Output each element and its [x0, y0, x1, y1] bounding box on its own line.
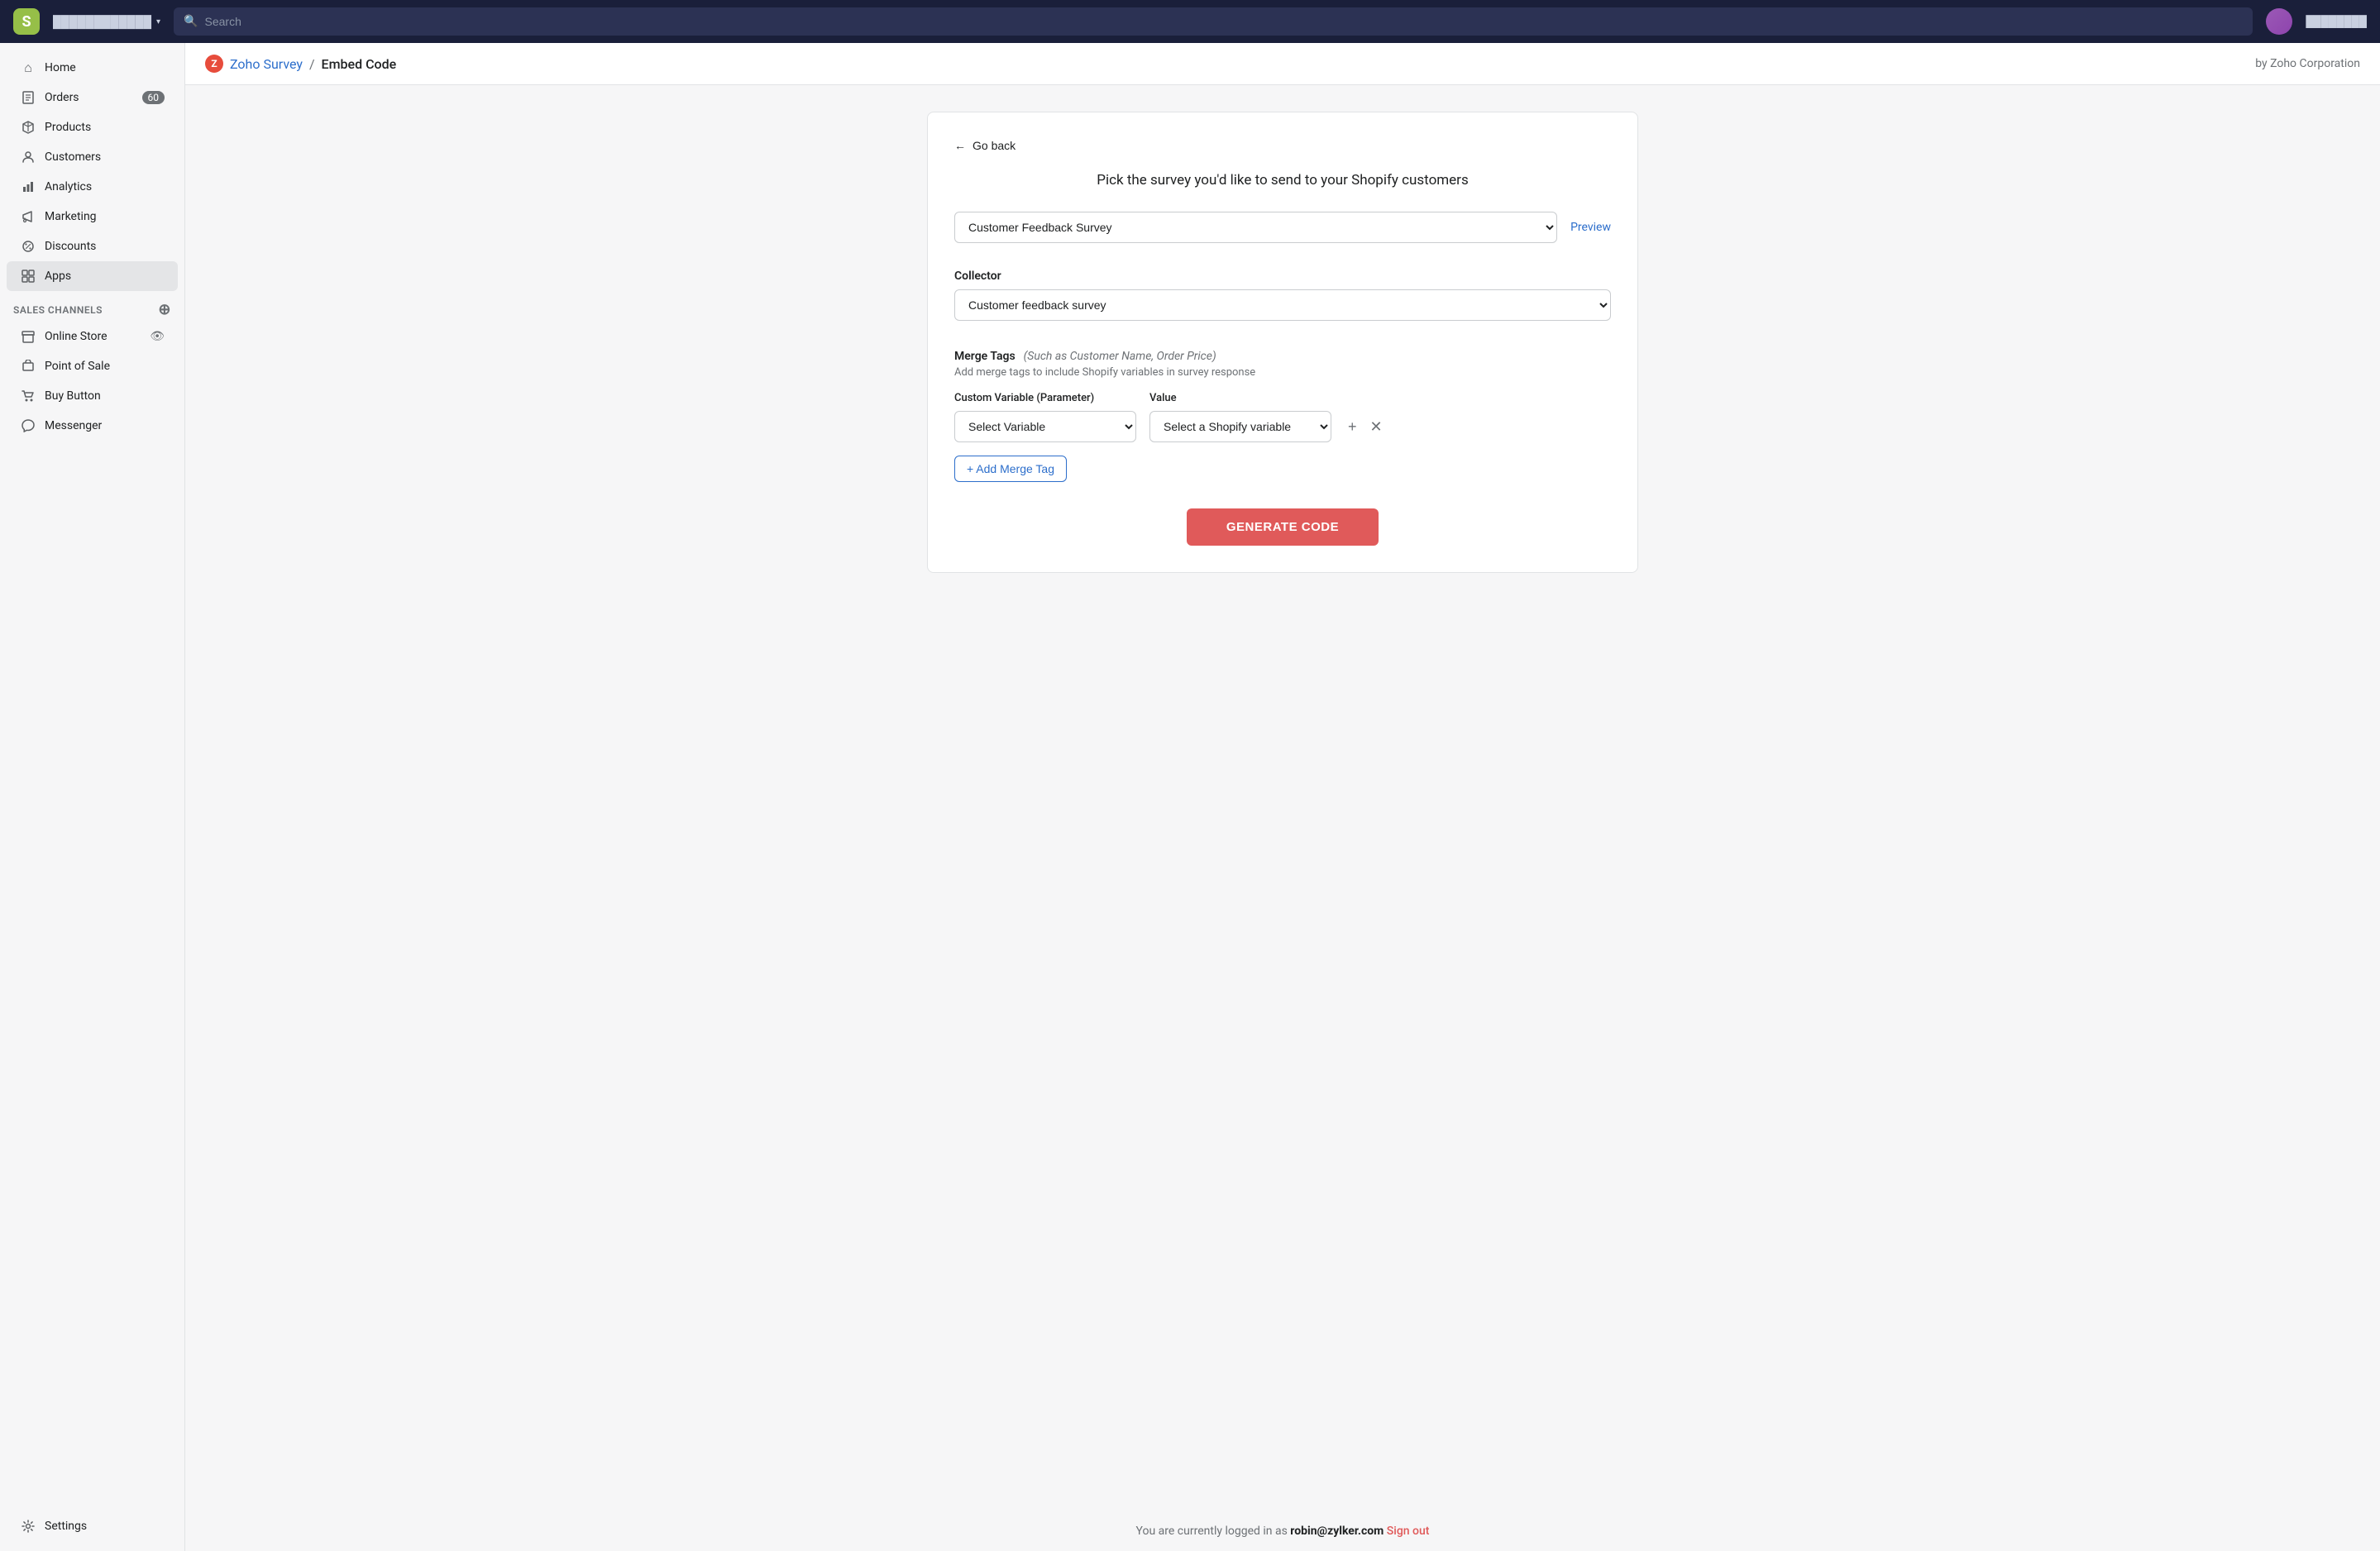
sidebar-item-products[interactable]: Products	[7, 112, 178, 142]
top-navigation: S ████████████ ▾ 🔍 ████████	[0, 0, 2380, 43]
breadcrumb-bar: Z Zoho Survey / Embed Code by Zoho Corpo…	[185, 43, 2380, 85]
sidebar: ⌂ Home Orders 60 Products Customers	[0, 43, 185, 1551]
collector-label: Collector	[954, 270, 1611, 283]
sidebar-item-analytics[interactable]: Analytics	[7, 172, 178, 202]
sign-out-link[interactable]: Sign out	[1387, 1525, 1430, 1538]
sidebar-label-messenger: Messenger	[45, 419, 102, 432]
main-content: Z Zoho Survey / Embed Code by Zoho Corpo…	[185, 43, 2380, 1551]
card-title: Pick the survey you'd like to send to yo…	[954, 172, 1611, 189]
sidebar-item-point-of-sale[interactable]: Point of Sale	[7, 351, 178, 381]
products-icon	[20, 119, 36, 136]
row-actions: + ✕	[1345, 415, 1386, 439]
variable-select[interactable]: Select Variable	[954, 411, 1136, 442]
online-store-icon	[20, 328, 36, 345]
sidebar-item-messenger[interactable]: Messenger	[7, 411, 178, 441]
sidebar-item-online-store[interactable]: Online Store 👁	[7, 322, 178, 351]
survey-select-row: Customer Feedback Survey Product Review …	[954, 212, 1611, 243]
merge-tag-row: Select Variable Select a Shopify variabl…	[954, 411, 1611, 442]
footer: You are currently logged in as robin@zyl…	[185, 1511, 2380, 1551]
search-bar[interactable]: 🔍	[174, 7, 2253, 36]
search-input[interactable]	[205, 15, 2244, 28]
sidebar-label-apps: Apps	[45, 270, 71, 283]
eye-icon[interactable]: 👁	[150, 330, 165, 343]
apps-icon	[20, 268, 36, 284]
sidebar-item-settings[interactable]: Settings	[7, 1511, 178, 1541]
shopify-variable-select[interactable]: Select a Shopify variable	[1149, 411, 1331, 442]
sidebar-item-orders[interactable]: Orders 60	[7, 83, 178, 112]
add-row-button[interactable]: +	[1345, 415, 1360, 439]
settings-label: Settings	[45, 1520, 87, 1533]
sidebar-label-customers: Customers	[45, 150, 101, 164]
store-name-text: ████████████	[53, 15, 151, 29]
shopify-logo: S	[13, 8, 40, 35]
remove-row-button[interactable]: ✕	[1367, 415, 1386, 439]
sidebar-label-online-store: Online Store	[45, 330, 108, 343]
sidebar-label-discounts: Discounts	[45, 240, 96, 253]
survey-select[interactable]: Customer Feedback Survey Product Review …	[954, 212, 1557, 243]
merge-tags-section: Merge Tags (Such as Customer Name, Order…	[954, 347, 1611, 482]
sidebar-item-buy-button[interactable]: Buy Button	[7, 381, 178, 411]
messenger-icon	[20, 418, 36, 434]
sidebar-item-apps[interactable]: Apps	[7, 261, 178, 291]
breadcrumb-app-link[interactable]: Zoho Survey	[230, 56, 303, 72]
search-icon: 🔍	[184, 15, 198, 28]
generate-code-button[interactable]: GENERATE CODE	[1187, 508, 1379, 546]
settings-icon	[20, 1518, 36, 1534]
merge-tags-desc: Add merge tags to include Shopify variab…	[954, 366, 1611, 379]
sidebar-label-marketing: Marketing	[45, 210, 97, 223]
breadcrumb: Z Zoho Survey / Embed Code	[205, 55, 396, 73]
go-back-label: Go back	[973, 139, 1016, 152]
collector-select[interactable]: Customer feedback survey New Collector	[954, 289, 1611, 321]
breadcrumb-separator: /	[309, 56, 315, 72]
merge-tags-subtitle: (Such as Customer Name, Order Price)	[1024, 350, 1216, 363]
merge-tags-title: Merge Tags	[954, 350, 1016, 363]
home-icon: ⌂	[20, 60, 36, 76]
add-sales-channel-button[interactable]: ⊕	[158, 301, 171, 318]
sales-channels-label: SALES CHANNELS	[13, 304, 103, 316]
custom-variable-column-label: Custom Variable (Parameter)	[954, 392, 1136, 404]
merge-tags-headers: Custom Variable (Parameter) Value	[954, 392, 1611, 404]
sales-channels-section: SALES CHANNELS ⊕	[0, 291, 184, 322]
sidebar-label-analytics: Analytics	[45, 180, 92, 193]
store-name-dropdown[interactable]: ████████████ ▾	[53, 15, 160, 29]
main-card: ← Go back Pick the survey you'd like to …	[927, 112, 1638, 573]
arrow-left-icon: ←	[954, 139, 966, 152]
value-column-label: Value	[1149, 392, 1331, 404]
analytics-icon	[20, 179, 36, 195]
chevron-down-icon: ▾	[156, 17, 160, 26]
sidebar-item-customers[interactable]: Customers	[7, 142, 178, 172]
marketing-icon	[20, 208, 36, 225]
footer-user-email: robin@zylker.com	[1290, 1525, 1384, 1538]
sidebar-item-discounts[interactable]: Discounts	[7, 231, 178, 261]
avatar	[2266, 8, 2292, 35]
orders-icon	[20, 89, 36, 106]
zoho-survey-logo: Z	[205, 55, 223, 73]
go-back-button[interactable]: ← Go back	[954, 139, 1016, 152]
discounts-icon	[20, 238, 36, 255]
sidebar-label-orders: Orders	[45, 91, 79, 104]
add-merge-tag-button[interactable]: + Add Merge Tag	[954, 456, 1067, 482]
point-of-sale-icon	[20, 358, 36, 375]
preview-link[interactable]: Preview	[1570, 221, 1611, 234]
sidebar-item-marketing[interactable]: Marketing	[7, 202, 178, 231]
buy-button-icon	[20, 388, 36, 404]
page-content-area: ← Go back Pick the survey you'd like to …	[185, 85, 2380, 1511]
sidebar-item-home[interactable]: ⌂ Home	[7, 53, 178, 83]
sidebar-label-buy-button: Buy Button	[45, 389, 101, 403]
sidebar-label-products: Products	[45, 121, 91, 134]
user-name: ████████	[2306, 15, 2367, 28]
sidebar-label-point-of-sale: Point of Sale	[45, 360, 110, 373]
customers-icon	[20, 149, 36, 165]
footer-logged-in-text: You are currently logged in as	[1136, 1525, 1288, 1538]
breadcrumb-current-page: Embed Code	[322, 56, 397, 72]
orders-badge: 60	[142, 91, 165, 104]
by-label: by Zoho Corporation	[2255, 57, 2360, 70]
sidebar-label-home: Home	[45, 61, 76, 74]
